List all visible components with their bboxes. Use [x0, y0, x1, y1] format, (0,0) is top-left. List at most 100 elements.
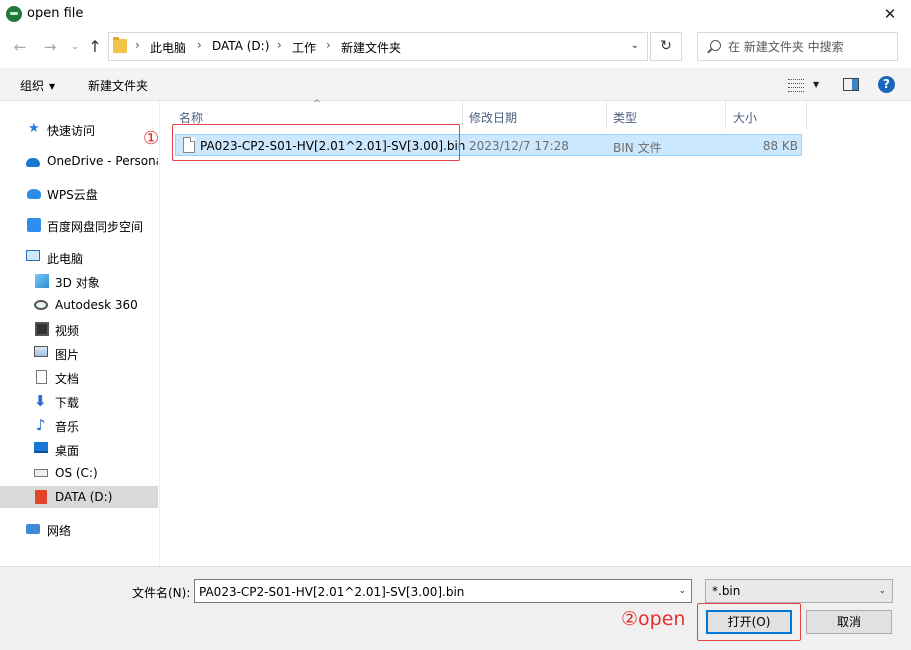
title-bar: open file ✕ — [0, 0, 911, 29]
sidebar-item-label: OneDrive - Persona — [47, 154, 158, 168]
sidebar-item-autodesk-360[interactable]: Autodesk 360 — [0, 294, 158, 316]
organize-label: 组织 — [20, 79, 45, 93]
office-drive-icon — [35, 490, 47, 504]
sidebar-item-downloads[interactable]: ⬇ 下载 — [0, 390, 158, 412]
sidebar-item-videos[interactable]: 视频 — [0, 318, 158, 340]
sidebar-item-pictures[interactable]: 图片 — [0, 342, 158, 364]
sidebar-item-3d-objects[interactable]: 3D 对象 — [0, 270, 158, 292]
star-icon: ★ — [28, 121, 40, 136]
help-icon[interactable]: ? — [878, 76, 895, 93]
refresh-button[interactable]: ↻ — [650, 32, 682, 61]
address-bar[interactable]: › 此电脑 › DATA (D:) › 工作 › 新建文件夹 ⌄ — [108, 32, 648, 61]
file-type: BIN 文件 — [613, 141, 662, 155]
annotation-highlight-open — [697, 603, 801, 641]
annotation-step-1: ① — [143, 128, 160, 149]
download-icon: ⬇ — [34, 392, 47, 410]
up-button[interactable]: ↑ — [86, 38, 104, 56]
filename-label: 文件名(N): — [132, 586, 191, 600]
sidebar-item-wps-cloud[interactable]: WPS云盘 — [0, 182, 158, 204]
sidebar-item-documents[interactable]: 文档 — [0, 366, 158, 388]
filename-combobox[interactable]: ⌄ — [194, 579, 692, 603]
sidebar-item-network[interactable]: 网络 — [0, 518, 158, 540]
music-icon: ♪ — [36, 416, 46, 434]
sidebar-item-label: 图片 — [55, 348, 80, 362]
filter-value: *.bin — [712, 584, 741, 598]
annotation-step-2: ②open — [621, 608, 686, 630]
column-header-label: 大小 — [733, 111, 758, 125]
network-icon — [26, 524, 40, 534]
column-header-modified[interactable]: 修改日期 — [463, 101, 606, 129]
cloud-icon — [26, 158, 40, 167]
navigation-row: ← → ⌄ ↑ › 此电脑 › DATA (D:) › 工作 › 新建文件夹 ⌄… — [0, 29, 911, 65]
sidebar-item-label: 快速访问 — [47, 124, 96, 138]
pictures-icon — [34, 346, 48, 357]
search-input[interactable] — [728, 37, 893, 57]
forward-button[interactable]: → — [41, 38, 59, 56]
file-list: ^ 名称 修改日期 类型 大小 PA023-CP2-S01-HV[2.01^2.… — [161, 99, 911, 566]
chevron-down-icon: ⌄ — [878, 586, 886, 596]
sidebar-item-label: 3D 对象 — [55, 276, 100, 290]
sidebar-item-label: 音乐 — [55, 420, 80, 434]
search-box[interactable] — [697, 32, 898, 61]
column-header-size[interactable]: 大小 — [726, 101, 806, 129]
wps-cloud-icon — [27, 189, 41, 199]
breadcrumb-data-drive[interactable]: DATA (D:) — [212, 39, 269, 53]
column-divider[interactable] — [806, 101, 807, 129]
cancel-button[interactable]: 取消 — [806, 610, 892, 634]
recent-locations-button[interactable]: ⌄ — [66, 38, 84, 56]
navigation-pane: ★ 快速访问 OneDrive - Persona WPS云盘 百度网盘同步空间… — [0, 101, 160, 566]
close-button[interactable]: ✕ — [879, 3, 901, 25]
drive-icon — [34, 469, 48, 477]
file-size: 88 KB — [762, 139, 798, 153]
new-folder-button[interactable]: 新建文件夹 — [88, 77, 148, 94]
search-icon — [710, 40, 721, 51]
filename-input[interactable] — [199, 583, 669, 600]
sidebar-item-baidu-netdisk[interactable]: 百度网盘同步空间 — [0, 214, 158, 236]
address-dropdown-icon[interactable]: ⌄ — [631, 40, 639, 51]
sidebar-item-onedrive[interactable]: OneDrive - Persona — [0, 150, 158, 172]
computer-icon — [26, 250, 40, 261]
breadcrumb-separator: › — [135, 38, 140, 52]
sidebar-item-desktop[interactable]: 桌面 — [0, 438, 158, 460]
breadcrumb-work[interactable]: 工作 — [292, 39, 316, 56]
sidebar-item-label: OS (C:) — [55, 466, 98, 480]
breadcrumb-separator: › — [277, 38, 282, 52]
preview-pane-icon[interactable] — [843, 78, 859, 91]
breadcrumb-this-pc[interactable]: 此电脑 — [150, 39, 186, 56]
chevron-down-icon: ▼ — [49, 82, 56, 91]
file-type-filter[interactable]: *.bin ⌄ — [705, 579, 893, 603]
breadcrumb-separator: › — [326, 38, 331, 52]
document-icon — [36, 370, 47, 384]
sidebar-item-this-pc[interactable]: 此电脑 — [0, 246, 158, 268]
baidu-netdisk-icon — [27, 218, 41, 232]
breadcrumb-separator: › — [197, 38, 202, 52]
folder-icon — [113, 37, 127, 53]
3d-objects-icon — [35, 274, 49, 288]
sidebar-item-label: 网络 — [47, 524, 72, 538]
sidebar-item-label: 文档 — [55, 372, 80, 386]
toolbar: 组织 ▼ 新建文件夹 ▼ ? — [0, 68, 911, 101]
view-options-icon[interactable] — [788, 78, 804, 92]
desktop-icon — [34, 442, 48, 453]
column-header-label: 修改日期 — [469, 111, 518, 125]
sidebar-item-label: DATA (D:) — [55, 490, 113, 504]
sidebar-item-label: 桌面 — [55, 444, 80, 458]
video-icon — [35, 322, 49, 336]
sidebar-item-data-d[interactable]: DATA (D:) — [0, 486, 158, 508]
sidebar-item-label: 下载 — [55, 396, 80, 410]
sidebar-item-label: 此电脑 — [47, 252, 84, 266]
sidebar-item-quick-access[interactable]: ★ 快速访问 — [0, 118, 158, 140]
sidebar-item-music[interactable]: ♪ 音乐 — [0, 414, 158, 436]
file-modified: 2023/12/7 17:28 — [469, 139, 569, 153]
sidebar-item-label: 百度网盘同步空间 — [47, 220, 144, 234]
column-header-label: 类型 — [613, 111, 638, 125]
organize-menu[interactable]: 组织 ▼ — [20, 77, 55, 94]
view-dropdown-icon[interactable]: ▼ — [813, 80, 819, 89]
breadcrumb-new-folder[interactable]: 新建文件夹 — [341, 39, 401, 56]
column-header-type[interactable]: 类型 — [607, 101, 725, 129]
sidebar-item-label: Autodesk 360 — [55, 298, 138, 312]
annotation-highlight-file — [172, 124, 460, 161]
sidebar-item-os-c[interactable]: OS (C:) — [0, 462, 158, 484]
chevron-down-icon[interactable]: ⌄ — [678, 586, 686, 596]
back-button[interactable]: ← — [11, 38, 29, 56]
